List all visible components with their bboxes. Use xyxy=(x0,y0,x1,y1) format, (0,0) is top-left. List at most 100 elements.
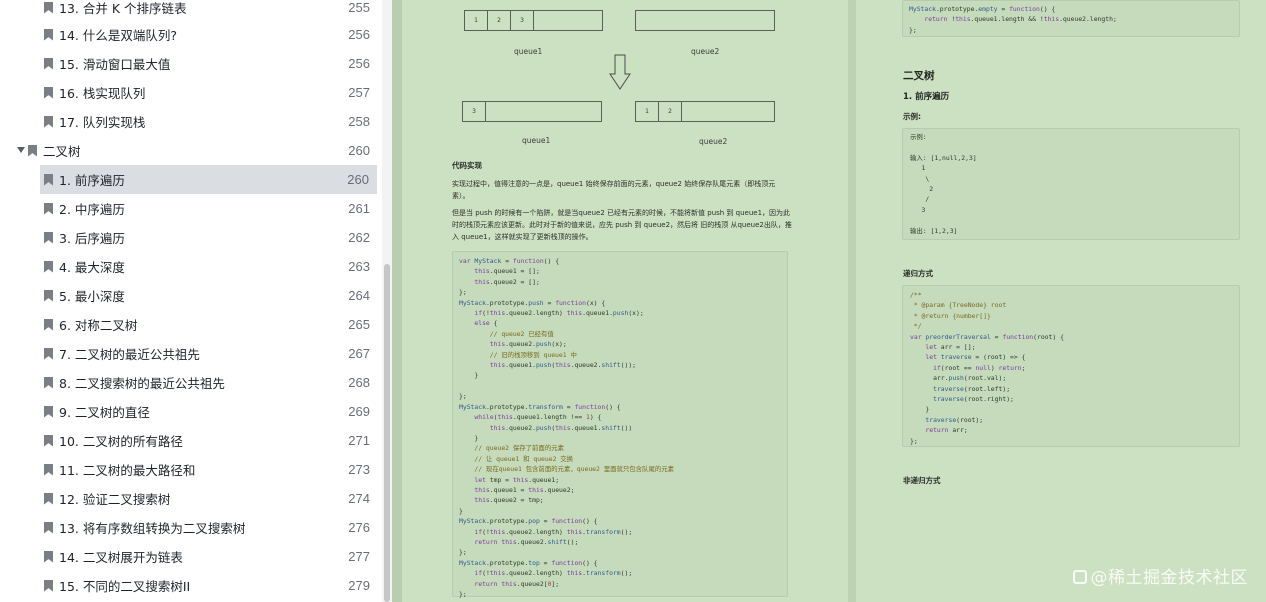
sidebar-item-page-number: 256 xyxy=(348,27,370,42)
sidebar-item-label: 16. 栈实现队列 xyxy=(59,86,146,101)
sidebar-item[interactable]: 4. 最大深度 263 xyxy=(0,252,378,281)
sidebar-item[interactable]: 二叉树 260 xyxy=(0,136,378,165)
code-recursive: /** * @param {TreeNode} root * @return {… xyxy=(910,291,1064,445)
queue2-caption-bottom: queue2 xyxy=(699,137,728,146)
queue1-box-top: 123 xyxy=(464,10,603,31)
sidebar-item-label: 7. 二叉树的最近公共祖先 xyxy=(59,347,200,362)
sidebar-item[interactable]: 14. 二叉树展开为链表 277 xyxy=(0,542,378,571)
expand-caret-icon[interactable] xyxy=(17,147,25,153)
queue-cell: 2 xyxy=(659,102,682,121)
sidebar-item-page-number: 265 xyxy=(348,317,370,332)
sidebar-item-page-number: 277 xyxy=(348,549,370,564)
sidebar-item-label: 11. 二叉树的最大路径和 xyxy=(59,463,196,478)
bookmark-icon xyxy=(28,144,37,157)
label-non-recursive: 非递归方式 xyxy=(903,476,941,485)
sidebar-item[interactable]: 1. 前序遍历 260 xyxy=(40,165,377,194)
sidebar-item-page-number: 256 xyxy=(348,56,370,71)
juejin-logo-icon xyxy=(1072,570,1087,584)
sidebar-item-label: 14. 二叉树展开为链表 xyxy=(59,550,183,565)
queue1-caption-top: queue1 xyxy=(514,47,543,56)
sidebar-item[interactable]: 10. 二叉树的所有路径 271 xyxy=(0,426,378,455)
sidebar-item-label: 14. 什么是双端队列? xyxy=(59,28,177,43)
queue2-box-top xyxy=(635,10,775,31)
sidebar-item[interactable]: 16. 栈实现队列 257 xyxy=(0,78,378,107)
paragraph-2: 但是当 push 的时候有一个陷阱，就是当queue2 已经有元素的时候，不能将… xyxy=(452,209,792,241)
sidebar-item-page-number: 260 xyxy=(347,172,369,187)
bookmark-icon xyxy=(44,289,53,302)
sidebar-item-page-number: 264 xyxy=(348,288,370,303)
code-empty: MyStack.prototype.empty = function() { r… xyxy=(909,5,1117,34)
sidebar-item-page-number: 260 xyxy=(348,143,370,158)
bookmark-icon xyxy=(44,579,53,592)
queue-cell: 1 xyxy=(465,11,488,30)
sidebar-item[interactable]: 14. 什么是双端队列? 256 xyxy=(0,20,378,49)
queue-cell: 1 xyxy=(636,102,659,121)
queue1-caption-bottom: queue1 xyxy=(522,136,551,145)
sidebar-item-page-number: 255 xyxy=(348,0,370,15)
example-text: 示例: 输入: [1,null,2,3] 1 \ 2 / 3 输出: [1,2,… xyxy=(910,133,977,235)
sidebar-item[interactable]: 17. 队列实现栈 258 xyxy=(0,107,378,136)
sidebar-item[interactable]: 7. 二叉树的最近公共祖先 267 xyxy=(0,339,378,368)
bookmark-icon xyxy=(44,492,53,505)
sidebar-item[interactable]: 2. 中序遍历 261 xyxy=(0,194,378,223)
bookmark-icon xyxy=(44,521,53,534)
sidebar-item-label: 15. 不同的二叉搜索树II xyxy=(59,579,191,594)
sidebar-item-page-number: 273 xyxy=(348,462,370,477)
page-separator xyxy=(848,0,856,602)
down-arrow-icon xyxy=(609,54,631,90)
paragraph-1: 实现过程中，值得注意的一点是，queue1 始终保存前面的元素，queue2 始… xyxy=(452,180,776,200)
bookmark-icon xyxy=(44,86,53,99)
sidebar-item-page-number: 263 xyxy=(348,259,370,274)
bookmark-icon xyxy=(44,550,53,563)
sidebar-item-label: 17. 队列实现栈 xyxy=(59,115,146,130)
sidebar-item[interactable]: 9. 二叉树的直径 269 xyxy=(0,397,378,426)
sidebar-item-label: 12. 验证二叉搜索树 xyxy=(59,492,171,507)
queue-cell: 3 xyxy=(463,102,486,121)
sidebar-item[interactable]: 15. 不同的二叉搜索树II 279 xyxy=(0,571,378,600)
bookmark-icon xyxy=(44,231,53,244)
sidebar-item-label: 2. 中序遍历 xyxy=(59,202,125,217)
sidebar-scrollbar-thumb[interactable] xyxy=(384,264,390,602)
bookmark-icon xyxy=(44,434,53,447)
sidebar-item-page-number: 258 xyxy=(348,114,370,129)
sidebar-item-page-number: 269 xyxy=(348,404,370,419)
sidebar-item-label: 8. 二叉搜索树的最近公共祖先 xyxy=(59,376,225,391)
sidebar-item-page-number: 271 xyxy=(348,433,370,448)
bookmark-icon xyxy=(44,1,53,14)
sidebar-item-label: 15. 滑动窗口最大值 xyxy=(59,57,171,72)
code-mystack: var MyStack = function() { this.queue1 =… xyxy=(459,257,675,598)
bookmark-icon xyxy=(44,28,53,41)
sidebar-item[interactable]: 6. 对称二叉树 265 xyxy=(0,310,378,339)
sidebar-item-label: 10. 二叉树的所有路径 xyxy=(59,434,183,449)
sidebar-item[interactable]: 11. 二叉树的最大路径和 273 xyxy=(0,455,378,484)
sidebar-item-page-number: 268 xyxy=(348,375,370,390)
queue2-box-bottom: 12 xyxy=(635,101,775,122)
sidebar-item-label: 6. 对称二叉树 xyxy=(59,318,138,333)
sidebar-item[interactable]: 12. 验证二叉搜索树 274 xyxy=(0,484,378,513)
queue-cell: 3 xyxy=(511,11,534,30)
sidebar-item[interactable]: 5. 最小深度 264 xyxy=(0,281,378,310)
sidebar-item[interactable]: 13. 合并 K 个排序链表 255 xyxy=(0,0,378,22)
bookmark-icon xyxy=(44,318,53,331)
queue2-caption-top: queue2 xyxy=(691,47,720,56)
sidebar-item[interactable]: 15. 滑动窗口最大值 256 xyxy=(0,49,378,78)
bookmark-icon xyxy=(44,405,53,418)
sidebar-item[interactable]: 3. 后序遍历 262 xyxy=(0,223,378,252)
sidebar-item[interactable]: 13. 将有序数组转换为二叉搜索树 276 xyxy=(0,513,378,542)
bookmark-icon xyxy=(44,202,53,215)
bookmark-icon xyxy=(44,463,53,476)
sidebar-item-label: 13. 合并 K 个排序链表 xyxy=(59,1,187,16)
heading-binary-tree: 二叉树 xyxy=(903,70,935,82)
sidebar-item-label: 4. 最大深度 xyxy=(59,260,125,275)
sidebar-item-page-number: 261 xyxy=(348,201,370,216)
sidebar-item-page-number: 262 xyxy=(348,230,370,245)
document-gutter xyxy=(392,0,402,602)
sidebar-item-page-number: 257 xyxy=(348,85,370,100)
sidebar-item[interactable]: 8. 二叉搜索树的最近公共祖先 268 xyxy=(0,368,378,397)
bookmark-icon xyxy=(44,57,53,70)
bookmark-icon xyxy=(44,260,53,273)
bookmark-icon xyxy=(44,347,53,360)
bookmarks-sidebar: 13. 合并 K 个排序链表 255 14. 什么是双端队列? 256 15. 滑动窗口… xyxy=(0,0,392,602)
sidebar-item-label: 二叉树 xyxy=(43,144,81,159)
sidebar-item-label: 13. 将有序数组转换为二叉搜索树 xyxy=(59,521,246,536)
